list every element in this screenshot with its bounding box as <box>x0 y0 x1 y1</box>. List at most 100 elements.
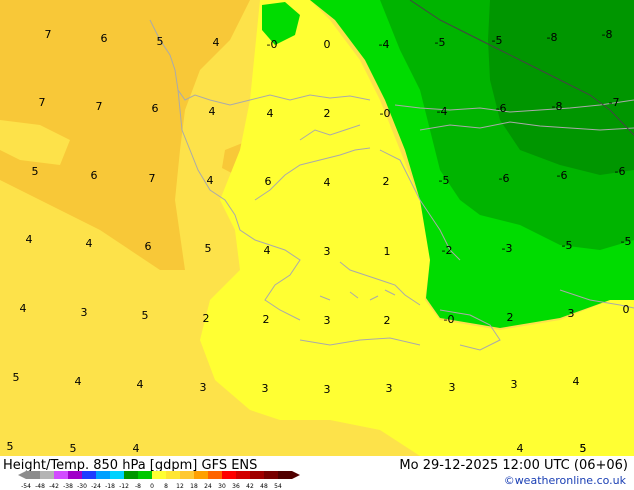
colorbar-tick: -8 <box>135 483 141 490</box>
contour-label: 3 <box>324 245 331 258</box>
contour-label: 5 <box>70 442 77 455</box>
contour-label: 3 <box>386 382 393 395</box>
colorbar-tick: -38 <box>63 483 73 490</box>
contour-label: 5 <box>142 309 149 322</box>
colorbar-swatch <box>82 471 96 479</box>
contour-label: -5 <box>435 36 446 49</box>
colorbar-tick: 12 <box>176 483 184 490</box>
colorbar-swatch <box>152 471 166 479</box>
colorbar-swatch <box>208 471 222 479</box>
contour-label: 1 <box>384 245 391 258</box>
credit-link[interactable]: ©weatheronline.co.uk <box>504 474 626 487</box>
colorbar-swatch <box>124 471 138 479</box>
contour-label: 2 <box>507 311 514 324</box>
contour-label: 3 <box>449 381 456 394</box>
colorbar-tick: -42 <box>49 483 59 490</box>
contour-label: 6 <box>91 169 98 182</box>
contour-label: 7 <box>45 28 52 41</box>
contour-label: 6 <box>145 240 152 253</box>
contour-label: -5 <box>439 174 450 187</box>
contour-label: -7 <box>609 96 620 109</box>
colorbar-swatch <box>26 471 40 479</box>
contour-label: -5 <box>492 34 503 47</box>
contour-label: 7 <box>39 96 46 109</box>
contour-label: 4 <box>20 302 27 315</box>
contour-label: 4 <box>86 237 93 250</box>
colorbar-tick: -24 <box>91 483 101 490</box>
contour-label: 5 <box>205 242 212 255</box>
colorbar-swatch <box>222 471 236 479</box>
contour-label: -8 <box>547 31 558 44</box>
contour-label: 0 <box>623 303 630 316</box>
contour-label: 3 <box>568 307 575 320</box>
contour-label: -5 <box>562 239 573 252</box>
contour-label: -8 <box>552 100 563 113</box>
colorbar: -54 -48 -42 -38 -30 -24 -18 -12 -8 0 8 12 18 24 30 36 42… <box>18 471 300 490</box>
valid-time: Mo 29-12-2025 12:00 UTC (06+06) <box>399 458 628 473</box>
contour-label: 6 <box>101 32 108 45</box>
contour-label: 3 <box>262 382 269 395</box>
colorbar-swatch <box>54 471 68 479</box>
colorbar-swatch <box>250 471 264 479</box>
contour-label: 7 <box>149 172 156 185</box>
contour-label: 4 <box>573 375 580 388</box>
contour-label: 5 <box>157 35 164 48</box>
contour-label: 3 <box>81 306 88 319</box>
colorbar-swatch <box>138 471 152 479</box>
colorbar-swatch <box>194 471 208 479</box>
contour-label: 2 <box>384 314 391 327</box>
contour-label: 4 <box>324 176 331 189</box>
contour-label: 2 <box>263 313 270 326</box>
colorbar-swatch <box>180 471 194 479</box>
contour-label: 5 <box>7 440 14 453</box>
contour-label: 3 <box>324 314 331 327</box>
map-stage: 7 6 5 4 -0 0 -4 -5 -5 -8 -8 7 7 6 4 4 2 -0 -4 -6 -8 -7 5 6 7 4 6 4 2… <box>0 0 634 490</box>
colorbar-swatch <box>264 471 278 479</box>
contour-label: 4 <box>267 107 274 120</box>
contour-label: 4 <box>137 378 144 391</box>
colorbar-tick: 8 <box>164 483 168 490</box>
contour-label: 2 <box>203 312 210 325</box>
colorbar-swatch <box>278 471 292 479</box>
contour-label: -2 <box>442 244 453 257</box>
contour-label: 5 <box>13 371 20 384</box>
colorbar-tick: -30 <box>77 483 87 490</box>
colorbar-tick: 36 <box>232 483 240 490</box>
contour-label: 3 <box>200 381 207 394</box>
colorbar-tick: 24 <box>204 483 212 490</box>
contour-label: -6 <box>499 172 510 185</box>
contour-label: 4 <box>264 244 271 257</box>
contour-label: 2 <box>324 107 331 120</box>
colorbar-tick: -18 <box>105 483 115 490</box>
contour-label: -0 <box>380 107 391 120</box>
contour-label: 2 <box>383 175 390 188</box>
contour-label: 6 <box>265 175 272 188</box>
contour-label: 3 <box>324 383 331 396</box>
contour-label: -0 <box>267 38 278 51</box>
colorbar-tick: -54 <box>21 483 31 490</box>
colorbar-swatch <box>68 471 82 479</box>
contour-label: 6 <box>152 102 159 115</box>
contour-label: 4 <box>133 442 140 455</box>
colorbar-tick: 30 <box>218 483 226 490</box>
colorbar-tick: 0 <box>150 483 154 490</box>
colorbar-tick: 18 <box>190 483 198 490</box>
contour-label: 4 <box>517 442 524 455</box>
contour-label: 4 <box>209 105 216 118</box>
contour-label: 4 <box>213 36 220 49</box>
contour-label: -6 <box>557 169 568 182</box>
contour-label: 7 <box>96 100 103 113</box>
contour-label: 3 <box>511 378 518 391</box>
contour-label: -5 <box>621 235 632 248</box>
contour-label: 5 <box>580 442 587 455</box>
contour-label: 4 <box>26 233 33 246</box>
colorbar-tick: -48 <box>35 483 45 490</box>
contour-label: -3 <box>502 242 513 255</box>
contour-label: -6 <box>496 102 507 115</box>
contour-label: 4 <box>75 375 82 388</box>
colorbar-tick: 42 <box>246 483 254 490</box>
contour-label: -4 <box>379 38 390 51</box>
colorbar-tick: 48 <box>260 483 268 490</box>
colorbar-swatch <box>110 471 124 479</box>
colorbar-swatch <box>40 471 54 479</box>
